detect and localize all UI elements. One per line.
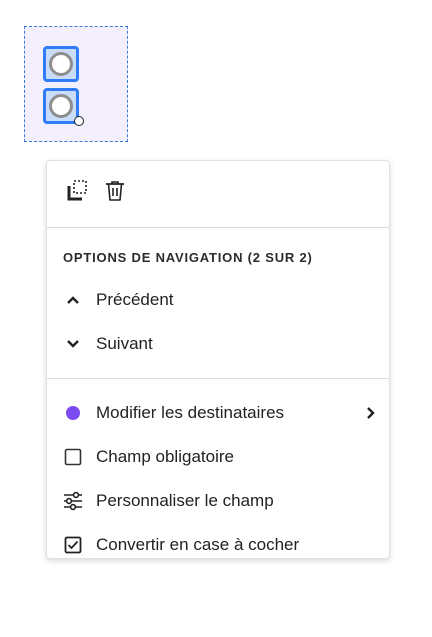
next-item[interactable]: Suivant bbox=[47, 322, 389, 366]
copy-icon bbox=[65, 179, 89, 208]
previous-label: Précédent bbox=[96, 290, 174, 309]
chevron-down-icon bbox=[63, 334, 83, 354]
customize-field-label: Personnaliser le champ bbox=[96, 491, 274, 510]
context-menu: OPTIONS DE NAVIGATION (2 SUR 2) Précéden… bbox=[46, 160, 390, 559]
navigation-header: OPTIONS DE NAVIGATION (2 SUR 2) bbox=[63, 250, 313, 265]
radio-button-1[interactable] bbox=[43, 46, 79, 82]
radio-circle-icon bbox=[49, 94, 73, 118]
menu-toolbar bbox=[47, 161, 389, 227]
next-label: Suivant bbox=[96, 334, 153, 353]
edit-recipients-item[interactable]: Modifier les destinataires bbox=[47, 391, 389, 435]
delete-button[interactable] bbox=[102, 180, 128, 206]
radio-field-group[interactable] bbox=[24, 26, 128, 142]
chevron-right-icon bbox=[363, 404, 379, 422]
convert-checkbox-label: Convertir en case à cocher bbox=[96, 535, 300, 554]
radio-circle-icon bbox=[49, 52, 73, 76]
checkbox-checked-icon bbox=[63, 535, 83, 555]
edit-recipients-label: Modifier les destinataires bbox=[96, 403, 285, 422]
convert-checkbox-item[interactable]: Convertir en case à cocher bbox=[47, 523, 389, 567]
duplicate-button[interactable] bbox=[64, 179, 90, 208]
checkbox-icon bbox=[63, 447, 83, 467]
customize-field-item[interactable]: Personnaliser le champ bbox=[47, 479, 389, 523]
sliders-icon bbox=[63, 491, 83, 511]
trash-icon bbox=[103, 179, 127, 208]
required-field-label: Champ obligatoire bbox=[96, 447, 234, 466]
resize-handle[interactable] bbox=[74, 116, 84, 126]
required-field-item[interactable]: Champ obligatoire bbox=[47, 435, 389, 479]
recipient-dot-icon bbox=[63, 403, 83, 423]
previous-item[interactable]: Précédent bbox=[47, 278, 389, 322]
chevron-up-icon bbox=[63, 290, 83, 310]
